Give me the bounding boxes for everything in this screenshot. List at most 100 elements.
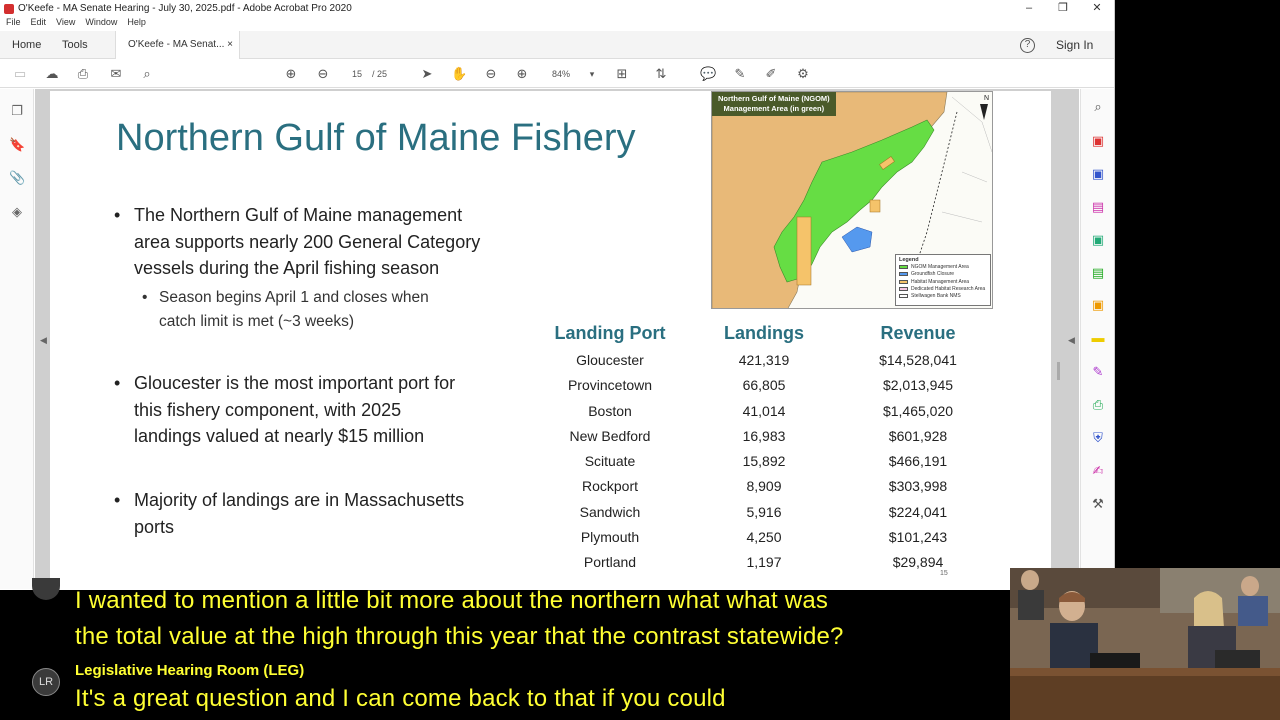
cell-landings: 4,250 — [746, 529, 782, 545]
map-legend: Legend NGOM Management Area Groundfish C… — [895, 254, 991, 306]
toolbar: ▭ ☁ ⎙ ✉ ⌕ ⊕ ⊖ 15 / 25 ➤ ✋ ⊖ ⊕ 84% ▾ ⊞ ⇅ … — [0, 60, 1114, 88]
collapse-right-panel-icon[interactable]: ◀ — [1068, 335, 1075, 346]
screen: { "window": { "title": "O'Keefe - MA Sen… — [0, 0, 1280, 720]
legend-item: Dedicated Habitat Research Area — [899, 286, 987, 292]
restore-button[interactable]: ❐ — [1046, 0, 1080, 17]
acrobat-window: O'Keefe - MA Senate Hearing - July 30, 2… — [0, 0, 1115, 590]
cell-revenue: $2,013,945 — [882, 377, 954, 393]
next-page-icon[interactable]: ⊖ — [315, 66, 331, 82]
bullet-1-line-3: vessels during the April fishing season — [134, 258, 440, 278]
fill-sign-icon[interactable]: ✎ — [1090, 364, 1106, 380]
legend-item: Habitat Management Area — [899, 279, 987, 285]
more-tools-icon[interactable]: ⚒ — [1090, 496, 1106, 512]
search-icon[interactable]: ⌕ — [139, 66, 155, 82]
print-production-icon[interactable]: ⎙ — [1090, 397, 1106, 413]
comment-icon[interactable]: 💬 — [700, 66, 716, 82]
title-bar: O'Keefe - MA Senate Hearing - July 30, 2… — [0, 0, 1114, 17]
zoom-in-icon[interactable]: ⊕ — [514, 66, 530, 82]
hand-tool-icon[interactable]: ✋ — [451, 66, 467, 82]
upload-cloud-icon[interactable]: ☁ — [44, 66, 60, 82]
slide-title: Northern Gulf of Maine Fishery — [116, 117, 636, 159]
bullet-2-line-1: Gloucester is the most important port fo… — [134, 373, 456, 393]
legend-swatch — [899, 272, 908, 277]
tab-document[interactable]: O'Keefe - MA Senat... × — [115, 31, 240, 59]
zoom-out-icon[interactable]: ⊖ — [483, 66, 499, 82]
menu-bar: File Edit View Window Help — [0, 17, 1114, 30]
page-number-input[interactable]: 15 — [344, 66, 370, 82]
left-navigation-rail: ❐ 🔖 📎 ◈ — [0, 89, 34, 589]
ngom-map: N Northern Gulf of Maine (NGOM) Manageme… — [711, 91, 993, 309]
scan-icon[interactable]: ▤ — [1090, 265, 1106, 281]
help-icon[interactable]: ? — [1020, 38, 1035, 53]
menu-window[interactable]: Window — [85, 17, 117, 30]
select-tool-icon[interactable]: ➤ — [419, 66, 435, 82]
tab-document-label: O'Keefe - MA Senat... — [128, 39, 225, 50]
legend-swatch — [899, 279, 908, 284]
create-pdf-icon[interactable]: ▣ — [1090, 133, 1106, 149]
chevron-down-icon[interactable]: ▾ — [584, 66, 600, 82]
cell-landings: 66,805 — [742, 377, 786, 393]
cell-port: Boston — [588, 403, 632, 419]
page-thumbnails-icon[interactable]: ❐ — [9, 103, 25, 119]
zoom-level-select[interactable]: 84% — [552, 66, 570, 82]
hearing-room-video[interactable] — [1010, 568, 1280, 720]
legend-swatch — [899, 286, 908, 291]
window-title: O'Keefe - MA Senate Hearing - July 30, 2… — [18, 3, 352, 14]
collapse-left-panel-icon[interactable]: ◀ — [40, 335, 47, 346]
previous-page-icon[interactable]: ⊕ — [283, 66, 299, 82]
cell-port: Portland — [583, 554, 637, 570]
layers-icon[interactable]: ◈ — [9, 204, 25, 220]
bookmark-icon[interactable]: 🔖 — [9, 137, 25, 153]
menu-file[interactable]: File — [6, 17, 21, 30]
close-window-button[interactable]: ✕ — [1080, 0, 1114, 17]
protect-icon[interactable]: ⛨ — [1090, 430, 1106, 446]
cell-revenue: $101,243 — [888, 529, 948, 545]
table-row: New Bedford 16,983 $601,928 — [540, 428, 1010, 453]
comment-tool-icon[interactable]: ▬ — [1090, 330, 1106, 346]
scroll-mode-icon[interactable]: ⇅ — [653, 66, 669, 82]
cell-revenue: $29,894 — [892, 554, 944, 570]
combine-files-icon[interactable]: ▣ — [1090, 166, 1106, 182]
close-tab-icon[interactable]: × — [227, 31, 233, 59]
cell-landings: 421,319 — [738, 352, 790, 368]
cell-revenue: $466,191 — [888, 453, 948, 469]
save-icon[interactable]: ▭ — [12, 66, 28, 82]
bullet-dot: • — [114, 205, 121, 225]
legend-item: Groundfish Closure — [899, 271, 987, 277]
organize-pages-icon[interactable]: ▤ — [1090, 199, 1106, 215]
send-for-signature-icon[interactable]: ✍ — [1090, 463, 1106, 479]
print-icon[interactable]: ⎙ — [75, 66, 91, 82]
habitat-area-west — [796, 216, 812, 286]
highlight-pen-icon[interactable]: ✎ — [732, 66, 748, 82]
draw-icon[interactable]: ✐ — [763, 66, 779, 82]
cell-landings: 16,983 — [742, 428, 786, 444]
legend-title: Legend — [899, 257, 919, 263]
table-row: Scituate 15,892 $466,191 — [540, 453, 1010, 478]
email-icon[interactable]: ✉ — [108, 66, 124, 82]
stamp-icon[interactable]: ⚙ — [795, 66, 811, 82]
bullet-3: • Majority of landings are in Massachuse… — [114, 487, 464, 540]
tab-tools[interactable]: Tools — [62, 31, 88, 59]
attachment-icon[interactable]: 📎 — [9, 170, 25, 186]
legend-item: NGOM Management Area — [899, 264, 987, 270]
zoom-search-icon[interactable]: ⌕ — [1090, 99, 1106, 115]
vertical-scrollbar[interactable] — [1057, 362, 1060, 380]
edit-pdf-icon[interactable]: ▣ — [1090, 297, 1106, 313]
legend-swatch — [899, 265, 908, 270]
bullet-1-line-1: The Northern Gulf of Maine management — [134, 205, 463, 225]
menu-help[interactable]: Help — [127, 17, 146, 30]
cell-revenue: $601,928 — [888, 428, 948, 444]
tab-home[interactable]: Home — [12, 31, 41, 59]
sign-in-link[interactable]: Sign In — [1056, 31, 1093, 59]
cell-port: Plymouth — [580, 529, 640, 545]
menu-view[interactable]: View — [56, 17, 75, 30]
export-pdf-icon[interactable]: ▣ — [1090, 232, 1106, 248]
minimize-button[interactable]: – — [1012, 0, 1046, 17]
page-total: / 25 — [372, 69, 388, 79]
right-tools-rail: ⌕ ▣ ▣ ▤ ▣ ▤ ▣ ▬ ✎ ⎙ ⛨ ✍ ⚒ — [1080, 89, 1114, 589]
cell-revenue: $14,528,041 — [879, 352, 957, 368]
fit-page-icon[interactable]: ⊞ — [614, 66, 630, 82]
bullet-dot: • — [114, 490, 121, 510]
menu-edit[interactable]: Edit — [31, 17, 47, 30]
table-row: Gloucester 421,319 $14,528,041 — [540, 352, 1010, 377]
